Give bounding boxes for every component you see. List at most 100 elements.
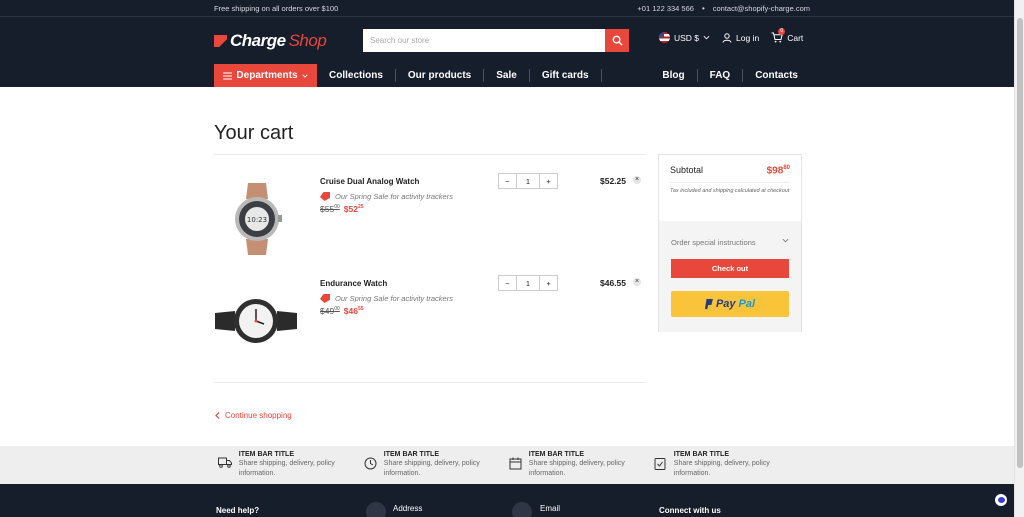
email-link[interactable]: contact@shopify-charge.com	[713, 4, 810, 13]
item-bar-title: ITEM BAR TITLE	[528, 451, 584, 458]
product-name[interactable]: Endurance Watch	[320, 279, 387, 288]
item-bar-title: ITEM BAR TITLE	[238, 451, 294, 458]
chevron-down-icon	[782, 238, 789, 243]
login-link[interactable]: Log in	[722, 33, 759, 43]
checkout-button[interactable]: Check out	[671, 259, 789, 278]
line-total: $46.55	[600, 278, 626, 288]
product-image[interactable]	[214, 279, 298, 363]
chevron-down-icon	[301, 74, 308, 78]
subtotal-label: Subtotal	[670, 165, 704, 176]
paypal-text-b: Pal	[738, 298, 756, 310]
paypal-button[interactable]: Pay Pal	[671, 291, 789, 317]
cart-item: Endurance Watch Our Spring Sale for acti…	[214, 275, 646, 369]
divider	[214, 154, 646, 155]
phone-link[interactable]: +01 122 334 566	[637, 4, 694, 13]
item-bar-entry: ITEM BAR TITLE Share shipping, delivery, …	[653, 446, 798, 484]
page-title: Your cart	[214, 122, 294, 144]
paypal-text-a: Pay	[715, 298, 736, 310]
item-bar-desc: Share shipping, delivery, policy informa…	[238, 460, 335, 477]
price-group: $4900 $4655	[320, 306, 364, 316]
user-icon	[722, 32, 732, 43]
cart-item: 10:23 Cruise Dual Analog Watch Our Sprin…	[214, 173, 646, 267]
nav-our-products[interactable]: Our products	[396, 69, 485, 82]
item-bar-desc: Share shipping, delivery, policy informa…	[673, 460, 770, 477]
logo-mark-icon	[214, 35, 227, 47]
footer-address-label: Address	[393, 504, 423, 513]
item-bar-entry: ITEM BAR TITLE Share shipping, delivery, …	[363, 446, 508, 484]
shipping-notice: Free shipping on all orders over $100	[214, 3, 339, 13]
decrease-qty-button[interactable]: −	[499, 276, 516, 290]
promo-text: Our Spring Sale for activity trackers	[335, 192, 453, 201]
watch-image-icon	[215, 299, 297, 343]
logo-text: Charge	[230, 31, 286, 50]
decrease-qty-button[interactable]: −	[499, 174, 516, 188]
product-name[interactable]: Cruise Dual Analog Watch	[320, 177, 419, 186]
promo-label: Our Spring Sale for activity trackers	[320, 294, 453, 303]
site-footer: Need help? Address Email Connect with us	[0, 484, 1014, 517]
clock-icon	[364, 457, 377, 470]
tag-icon	[320, 294, 330, 303]
footer-email-label: Email	[540, 504, 561, 513]
increase-qty-button[interactable]: +	[540, 174, 557, 188]
order-summary: Subtotal $9880 Tax included and shipping…	[658, 154, 802, 332]
item-bar-title: ITEM BAR TITLE	[383, 451, 439, 458]
chevron-left-icon	[215, 412, 220, 419]
footer-connect-heading: Connect with us	[659, 506, 721, 515]
item-bar-desc: Share shipping, delivery, policy informa…	[383, 460, 480, 477]
divider	[214, 382, 646, 383]
product-image[interactable]: 10:23	[214, 177, 298, 261]
item-bar-desc: Share shipping, delivery, policy informa…	[528, 460, 625, 477]
remove-item-button[interactable]: ×	[633, 278, 641, 286]
nav-gift-cards[interactable]: Gift cards	[530, 69, 602, 82]
watch-image-icon: 10:23	[235, 183, 282, 255]
remove-item-button[interactable]: ×	[633, 176, 641, 184]
chat-widget-button[interactable]	[995, 494, 1007, 506]
us-flag-icon	[659, 32, 670, 43]
svg-text:10:23: 10:23	[247, 216, 267, 224]
tax-note: Tax included and shipping calculated at …	[670, 188, 790, 195]
item-bar: ITEM BAR TITLE Share shipping, delivery, …	[0, 446, 1014, 484]
scrollbar[interactable]	[1014, 0, 1024, 517]
quantity-field[interactable]: 1	[515, 174, 541, 188]
cart-link[interactable]: 0 Cart	[771, 28, 803, 43]
login-label: Log in	[736, 32, 760, 43]
logo-text-shop: Shop	[288, 31, 327, 50]
scrollbar-thumb[interactable]	[1017, 18, 1023, 468]
subtotal-amount: $9880	[766, 165, 790, 177]
special-instructions-label: Order special instructions	[671, 238, 756, 247]
tag-icon	[320, 192, 330, 201]
continue-shopping-link[interactable]: Continue shopping	[215, 411, 292, 420]
quantity-stepper: − 1 +	[498, 275, 558, 291]
nav-contacts[interactable]: Contacts	[743, 69, 810, 82]
paypal-icon	[704, 299, 713, 309]
quantity-field[interactable]: 1	[515, 276, 541, 290]
item-bar-title: ITEM BAR TITLE	[673, 451, 729, 458]
search-input[interactable]	[363, 29, 605, 52]
currency-label: USD $	[674, 32, 700, 43]
sale-price: $5225	[343, 204, 364, 214]
main-nav: Departments Collections Our products Sal…	[214, 64, 810, 87]
calendar-icon	[509, 457, 522, 470]
departments-button[interactable]: Departments	[214, 64, 317, 87]
nav-sale[interactable]: Sale	[484, 69, 530, 82]
mail-icon	[512, 502, 532, 517]
continue-shopping-label: Continue shopping	[225, 411, 292, 420]
increase-qty-button[interactable]: +	[540, 276, 557, 290]
nav-blog[interactable]: Blog	[650, 69, 698, 82]
site-header: ChargeShop USD $ Log in 0 Cart Departmen…	[0, 17, 1024, 87]
old-price: $5500	[320, 204, 340, 214]
search-button[interactable]	[605, 29, 629, 52]
departments-label: Departments	[236, 70, 298, 81]
special-instructions-toggle[interactable]: Order special instructions	[671, 238, 789, 247]
footer-help-heading: Need help?	[216, 506, 260, 515]
nav-faq[interactable]: FAQ	[698, 69, 744, 82]
subtotal-row: Subtotal $9880	[670, 165, 790, 184]
nav-collections[interactable]: Collections	[317, 69, 396, 82]
currency-selector[interactable]: USD $	[659, 32, 710, 43]
promo-label: Our Spring Sale for activity trackers	[320, 192, 453, 201]
line-total: $52.25	[600, 176, 626, 186]
cart-count-badge: 0	[778, 28, 786, 35]
search-icon	[612, 35, 623, 46]
item-bar-entry: ITEM BAR TITLE Share shipping, delivery, …	[508, 446, 653, 484]
logo[interactable]: Charge Shop	[214, 31, 327, 51]
